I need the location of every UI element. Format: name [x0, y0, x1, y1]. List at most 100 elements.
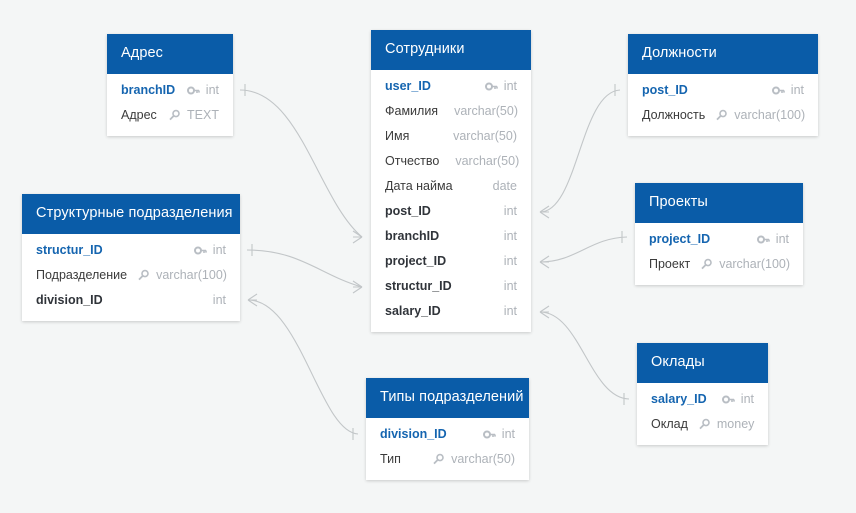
key-icon	[193, 244, 207, 257]
field-name: branchID	[385, 229, 440, 243]
connector-employees-posts	[539, 84, 621, 219]
field-name: project_ID	[385, 254, 447, 268]
field-name: structur_ID	[385, 279, 452, 293]
field-type: varchar(50)	[454, 104, 518, 118]
field-row[interactable]: Оклад money	[637, 412, 768, 437]
field-meta: int	[498, 204, 517, 218]
field-row[interactable]: project_ID int	[371, 249, 531, 274]
field-row[interactable]: branchID int	[371, 224, 531, 249]
table-fields-projects: project_ID int Проект varchar(100)	[635, 223, 803, 285]
field-meta: TEXT	[168, 108, 219, 122]
field-row[interactable]: Должность varchar(100)	[628, 103, 818, 128]
field-meta: money	[698, 417, 755, 431]
field-row[interactable]: Проект varchar(100)	[635, 252, 803, 277]
field-row[interactable]: post_ID int	[628, 78, 818, 103]
field-row[interactable]: Фамилия varchar(50)	[371, 99, 531, 124]
field-row[interactable]: Дата найма date	[371, 174, 531, 199]
field-meta: int	[186, 83, 219, 97]
field-row[interactable]: Тип varchar(50)	[366, 447, 529, 472]
field-meta: int	[207, 293, 226, 307]
key-icon	[721, 393, 735, 406]
table-card-structural-units[interactable]: Структурные подразделения structur_ID in…	[22, 194, 240, 321]
magnifier-icon	[168, 109, 181, 122]
field-meta: int	[771, 83, 804, 97]
field-type: varchar(100)	[734, 108, 806, 122]
field-name: salary_ID	[385, 304, 441, 318]
field-row[interactable]: project_ID int	[635, 227, 803, 252]
field-row[interactable]: Подразделение varchar(100)	[22, 263, 240, 288]
field-name: Оклад	[651, 417, 688, 431]
field-type: varchar(100)	[156, 268, 227, 282]
table-card-posts[interactable]: Должности post_ID int Должность varchar(…	[628, 34, 818, 136]
field-name: user_ID	[385, 79, 431, 93]
field-row[interactable]: structur_ID int	[371, 274, 531, 299]
table-fields-posts: post_ID int Должность varchar(100)	[628, 74, 818, 136]
field-meta: varchar(50)	[449, 154, 519, 168]
table-title-address: Адрес	[107, 34, 233, 74]
field-name: post_ID	[385, 204, 431, 218]
table-title-posts: Должности	[628, 34, 818, 74]
field-row[interactable]: salary_ID int	[637, 387, 768, 412]
field-row[interactable]: post_ID int	[371, 199, 531, 224]
connector-employees-salaries	[539, 305, 630, 405]
field-name: division_ID	[36, 293, 103, 307]
field-name: salary_ID	[651, 392, 707, 406]
field-name: Дата найма	[385, 179, 453, 193]
field-type: int	[501, 427, 515, 441]
field-row[interactable]: division_ID int	[22, 288, 240, 313]
er-diagram-canvas: Адрес branchID int Адрес TEXT Сотрудники…	[0, 0, 856, 513]
field-meta: int	[498, 279, 517, 293]
field-meta: int	[756, 232, 789, 246]
field-meta: varchar(50)	[447, 129, 517, 143]
field-meta: int	[193, 243, 226, 257]
magnifier-icon	[715, 109, 728, 122]
field-row[interactable]: division_ID int	[366, 422, 529, 447]
field-row[interactable]: Имя varchar(50)	[371, 124, 531, 149]
field-meta: int	[484, 79, 517, 93]
field-type: varchar(100)	[719, 257, 791, 271]
table-card-division-types[interactable]: Типы подразделений division_ID int Тип v…	[366, 378, 529, 480]
magnifier-icon	[432, 453, 445, 466]
table-card-projects[interactable]: Проекты project_ID int Проект varchar(10…	[635, 183, 803, 285]
field-row[interactable]: branchID int	[107, 78, 233, 103]
field-type: varchar(50)	[453, 129, 517, 143]
field-type: int	[503, 229, 517, 243]
field-type: money	[716, 417, 755, 431]
field-row[interactable]: structur_ID int	[22, 238, 240, 263]
table-title-employees: Сотрудники	[371, 30, 531, 70]
field-meta: date	[487, 179, 517, 193]
connector-employees-projects	[539, 231, 628, 269]
field-type: int	[205, 83, 219, 97]
field-meta: int	[721, 392, 754, 406]
field-type: varchar(50)	[455, 154, 520, 168]
field-name: Должность	[642, 108, 706, 122]
field-name: Проект	[649, 257, 691, 271]
field-type: varchar(50)	[451, 452, 515, 466]
field-type: int	[503, 79, 517, 93]
table-card-salaries[interactable]: Оклады salary_ID int Оклад money	[637, 343, 768, 445]
field-type: int	[212, 243, 226, 257]
table-title-salaries: Оклады	[637, 343, 768, 383]
field-name: Тип	[380, 452, 401, 466]
table-card-address[interactable]: Адрес branchID int Адрес TEXT	[107, 34, 233, 136]
field-meta: int	[498, 254, 517, 268]
field-row[interactable]: Отчество varchar(50)	[371, 149, 531, 174]
field-name: structur_ID	[36, 243, 103, 257]
field-type: int	[503, 254, 517, 268]
table-fields-structural-units: structur_ID int Подразделение varchar(10…	[22, 234, 240, 321]
field-meta: varchar(50)	[448, 104, 518, 118]
magnifier-icon	[700, 258, 713, 271]
field-type: int	[790, 83, 804, 97]
table-card-employees[interactable]: Сотрудники user_ID int Фамилия varchar(5…	[371, 30, 531, 332]
field-type: int	[775, 232, 789, 246]
field-row[interactable]: salary_ID int	[371, 299, 531, 324]
field-meta: int	[498, 304, 517, 318]
field-type: int	[503, 204, 517, 218]
table-fields-employees: user_ID int Фамилия varchar(50) Имя varc…	[371, 70, 531, 332]
field-row[interactable]: user_ID int	[371, 74, 531, 99]
field-meta: varchar(100)	[700, 257, 790, 271]
field-row[interactable]: Адрес TEXT	[107, 103, 233, 128]
field-type: int	[503, 304, 517, 318]
connector-address-employees	[239, 84, 363, 244]
field-name: Отчество	[385, 154, 440, 168]
